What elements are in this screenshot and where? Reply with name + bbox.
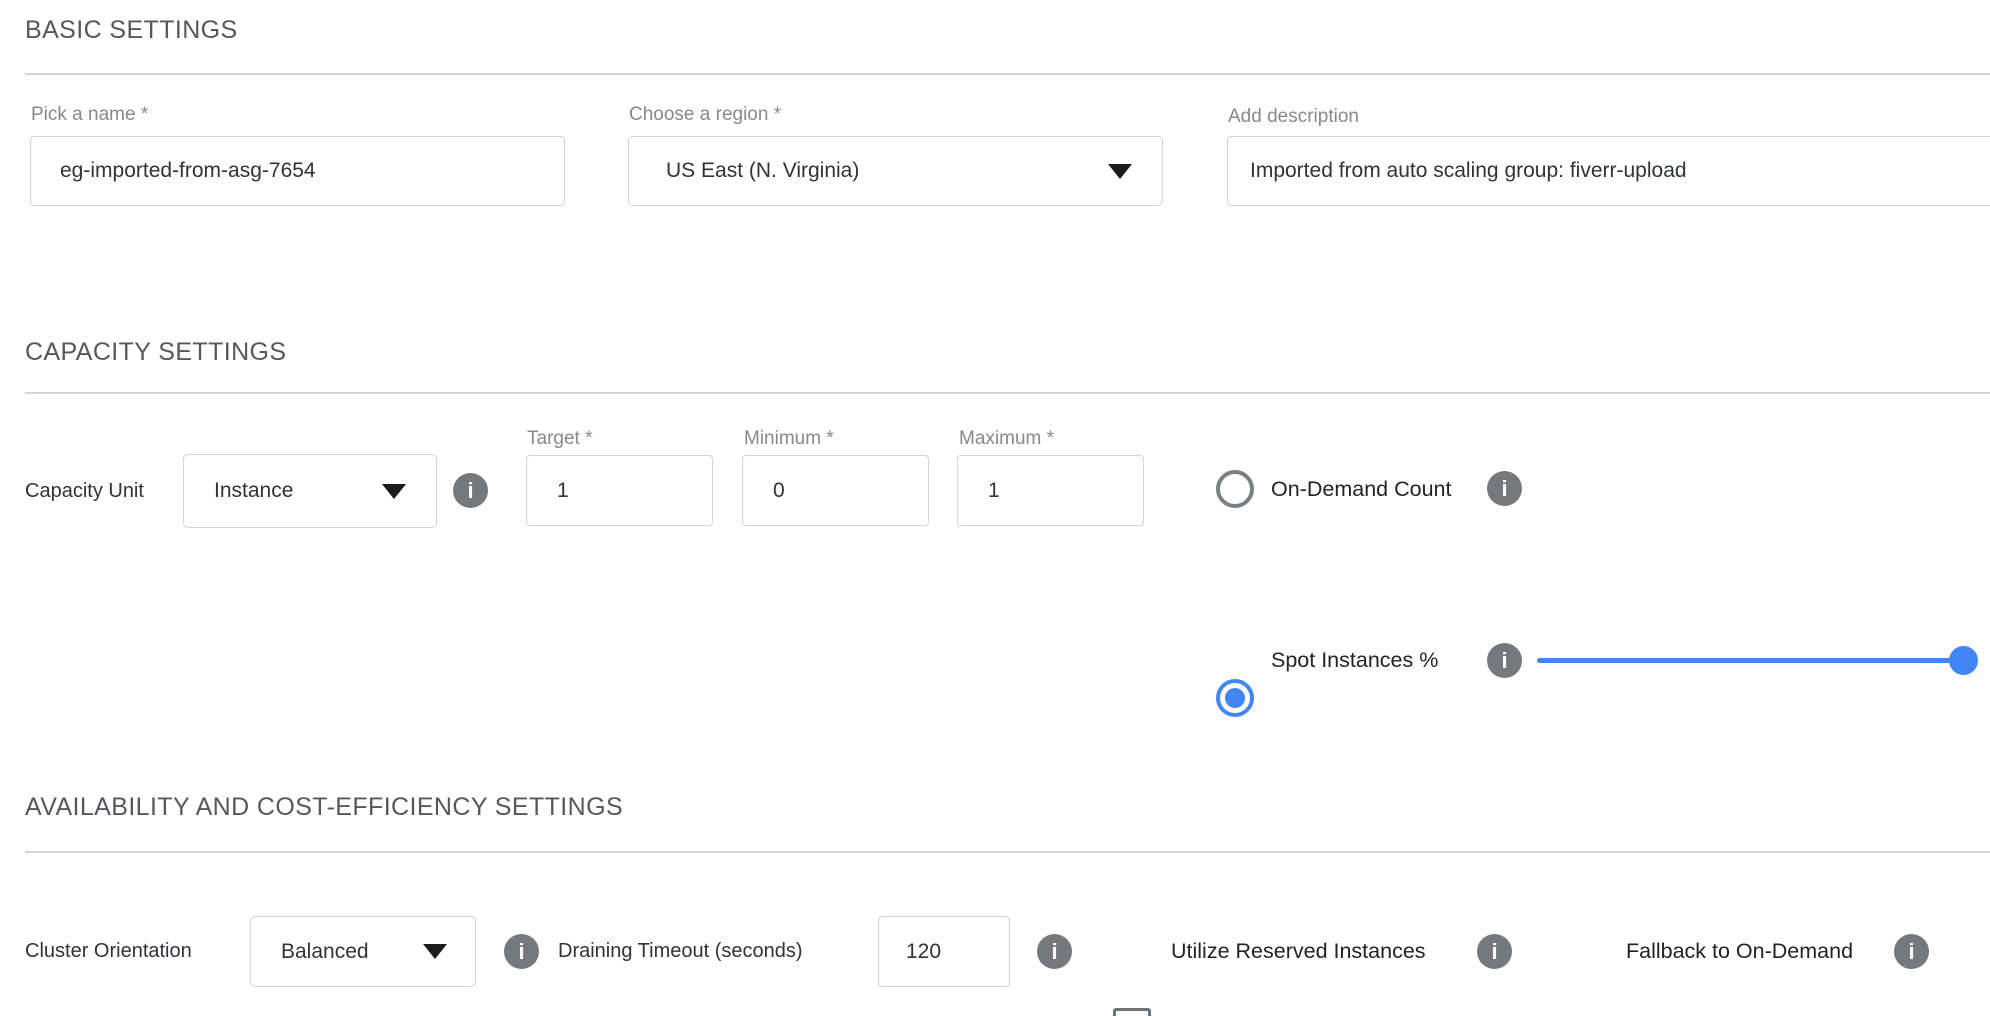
description-input[interactable] [1227, 136, 1990, 206]
fallback-on-demand-info-icon[interactable]: i [1894, 934, 1929, 969]
cluster-orientation-info-icon[interactable]: i [504, 934, 539, 969]
fallback-on-demand-checkbox-label[interactable]: Fallback to On-Demand [1626, 939, 1853, 964]
radio-dot [1225, 688, 1245, 708]
capacity-unit-select-value: Instance [214, 479, 293, 503]
cluster-orientation-label: Cluster Orientation [25, 940, 192, 963]
cluster-orientation-select-value: Balanced [281, 940, 369, 964]
spot-slider-handle[interactable] [1949, 646, 1978, 675]
utilize-reserved-checkbox-label[interactable]: Utilize Reserved Instances [1171, 939, 1426, 964]
availability-settings-divider [25, 851, 1990, 853]
spot-instances-info-icon[interactable]: i [1487, 643, 1522, 678]
capacity-settings-divider [25, 392, 1990, 394]
name-field-label: Pick a name * [31, 104, 148, 126]
on-demand-radio-label[interactable]: On-Demand Count [1271, 477, 1451, 502]
capacity-unit-label: Capacity Unit [25, 480, 144, 503]
region-select-value: US East (N. Virginia) [666, 159, 859, 183]
basic-settings-title: BASIC SETTINGS [25, 16, 238, 45]
chevron-down-icon [382, 484, 406, 499]
chevron-down-icon [423, 944, 447, 959]
target-input[interactable] [526, 455, 713, 526]
target-field-label: Target * [527, 428, 592, 450]
spot-slider-track[interactable] [1537, 658, 1978, 663]
basic-settings-divider [25, 73, 1990, 75]
capacity-unit-info-icon[interactable]: i [453, 473, 488, 508]
on-demand-info-icon[interactable]: i [1487, 471, 1522, 506]
capacity-settings-title: CAPACITY SETTINGS [25, 338, 286, 367]
capacity-unit-select[interactable]: Instance [183, 454, 437, 528]
elastigroup-settings-page: BASIC SETTINGS Pick a name * Choose a re… [0, 0, 1990, 1016]
cluster-orientation-select[interactable]: Balanced [250, 916, 476, 987]
minimum-input[interactable] [742, 455, 929, 526]
region-select[interactable]: US East (N. Virginia) [628, 136, 1163, 206]
name-input[interactable] [30, 136, 565, 206]
description-field-label: Add description [1228, 106, 1359, 128]
chevron-down-icon [1108, 164, 1132, 179]
utilize-reserved-checkbox[interactable] [1113, 1008, 1151, 1016]
utilize-reserved-info-icon[interactable]: i [1477, 934, 1512, 969]
maximum-field-label: Maximum * [959, 428, 1054, 450]
on-demand-radio[interactable] [1216, 470, 1254, 508]
draining-timeout-info-icon[interactable]: i [1037, 934, 1072, 969]
spot-instances-radio[interactable] [1216, 679, 1254, 717]
minimum-field-label: Minimum * [744, 428, 834, 450]
availability-settings-title: AVAILABILITY AND COST-EFFICIENCY SETTING… [25, 793, 623, 822]
draining-timeout-input[interactable] [878, 916, 1010, 987]
spot-percentage-slider[interactable] [1537, 646, 1978, 675]
draining-timeout-label: Draining Timeout (seconds) [558, 940, 803, 963]
spot-instances-radio-label[interactable]: Spot Instances % [1271, 648, 1438, 673]
region-field-label: Choose a region * [629, 104, 781, 126]
maximum-input[interactable] [957, 455, 1144, 526]
